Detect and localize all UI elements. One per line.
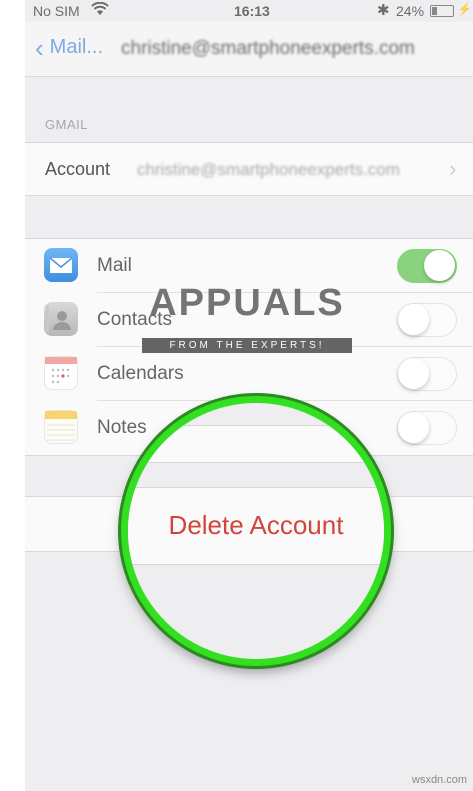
back-button[interactable]: ‹ Mail... (35, 32, 104, 63)
toggle-label: Calendars (97, 363, 184, 384)
account-value: christine@smartphoneexperts.com (137, 160, 400, 179)
chevron-right-icon: › (449, 156, 457, 181)
delete-account-button[interactable]: Delete Account (128, 510, 384, 541)
contacts-toggle[interactable] (397, 303, 457, 337)
bluetooth-icon: ✱ (377, 2, 390, 19)
nav-title: christine@smartphoneexperts.com (121, 38, 415, 59)
section-header: GMAIL (45, 117, 88, 132)
clock: 16:13 (234, 3, 270, 19)
account-row[interactable]: Account christine@smartphoneexperts.com … (25, 142, 473, 196)
charging-icon: ⚡ (457, 2, 472, 16)
back-label: Mail... (49, 36, 104, 58)
calendars-toggle[interactable] (397, 357, 457, 391)
toggle-label: Mail (97, 255, 132, 276)
mail-toggle[interactable] (397, 249, 457, 283)
notes-icon (44, 410, 78, 444)
status-bar: No SIM 16:13 ✱ 24% ⚡ (25, 0, 473, 22)
battery-icon (430, 5, 454, 17)
carrier-label: No SIM (33, 3, 80, 19)
toggle-row-calendars: Calendars (25, 347, 473, 401)
footer-watermark: wsxdn.com (412, 774, 468, 786)
toggle-label: Contacts (97, 309, 172, 330)
wifi-icon (91, 1, 109, 19)
magnified-row-top (128, 425, 384, 463)
navigation-bar: ‹ Mail... christine@smartphoneexperts.co… (25, 22, 473, 77)
notes-toggle[interactable] (397, 411, 457, 445)
magnifier-callout: Delete Account (121, 396, 391, 666)
account-label: Account (45, 159, 111, 179)
contacts-icon (44, 302, 78, 336)
toggle-row-contacts: Contacts (25, 293, 473, 347)
toggle-row-mail: Mail (25, 239, 473, 293)
mail-icon (44, 248, 78, 282)
chevron-left-icon: ‹ (35, 32, 44, 63)
battery-percentage: 24% (396, 3, 425, 19)
calendars-icon (44, 356, 78, 390)
magnified-delete-row: Delete Account (128, 487, 384, 565)
